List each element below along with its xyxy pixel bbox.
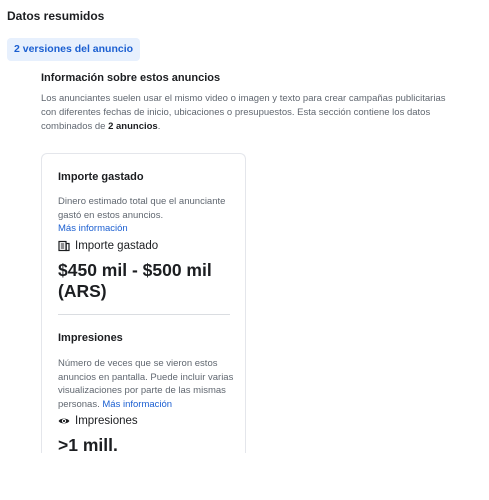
ads-info-text-end: .: [157, 121, 161, 132]
spend-value: $450 mil - $500 mil (ARS): [58, 260, 212, 301]
ads-count: 2 anuncios: [108, 121, 158, 132]
metrics-card: Importe gastado Dinero estimado total qu…: [41, 153, 246, 453]
ad-versions-tab[interactable]: 2 versiones del anuncio: [7, 38, 141, 61]
spend-more-info-link[interactable]: Más información: [58, 223, 128, 234]
impressions-more-info-link[interactable]: Más información: [102, 399, 172, 410]
metrics-divider: [58, 314, 230, 315]
impressions-description: Número de veces que se vieron estos anun…: [58, 357, 238, 411]
spend-title: Importe gastado: [58, 171, 144, 183]
ads-info-text: Los anunciantes suelen usar el mismo vid…: [41, 92, 461, 134]
spend-description-text: Dinero estimado total que el anunciante …: [58, 196, 226, 221]
impressions-label: Impresiones: [75, 415, 138, 427]
receipt-icon: [58, 240, 70, 252]
spend-label: Importe gastado: [75, 240, 159, 252]
impressions-value: >1 mill.: [58, 435, 118, 453]
ads-info-block: Información sobre estos anuncios Los anu…: [41, 72, 461, 134]
impressions-label-row: Impresiones: [58, 415, 138, 427]
ads-info-text-main: Los anunciantes suelen usar el mismo vid…: [41, 93, 446, 132]
ads-info-heading: Información sobre estos anuncios: [41, 72, 221, 84]
eye-icon: [58, 415, 70, 427]
summary-section-title: Datos resumidos: [7, 9, 105, 23]
spend-description: Dinero estimado total que el anunciante …: [58, 195, 238, 236]
spend-label-row: Importe gastado: [58, 240, 158, 252]
impressions-title: Impresiones: [58, 332, 123, 344]
